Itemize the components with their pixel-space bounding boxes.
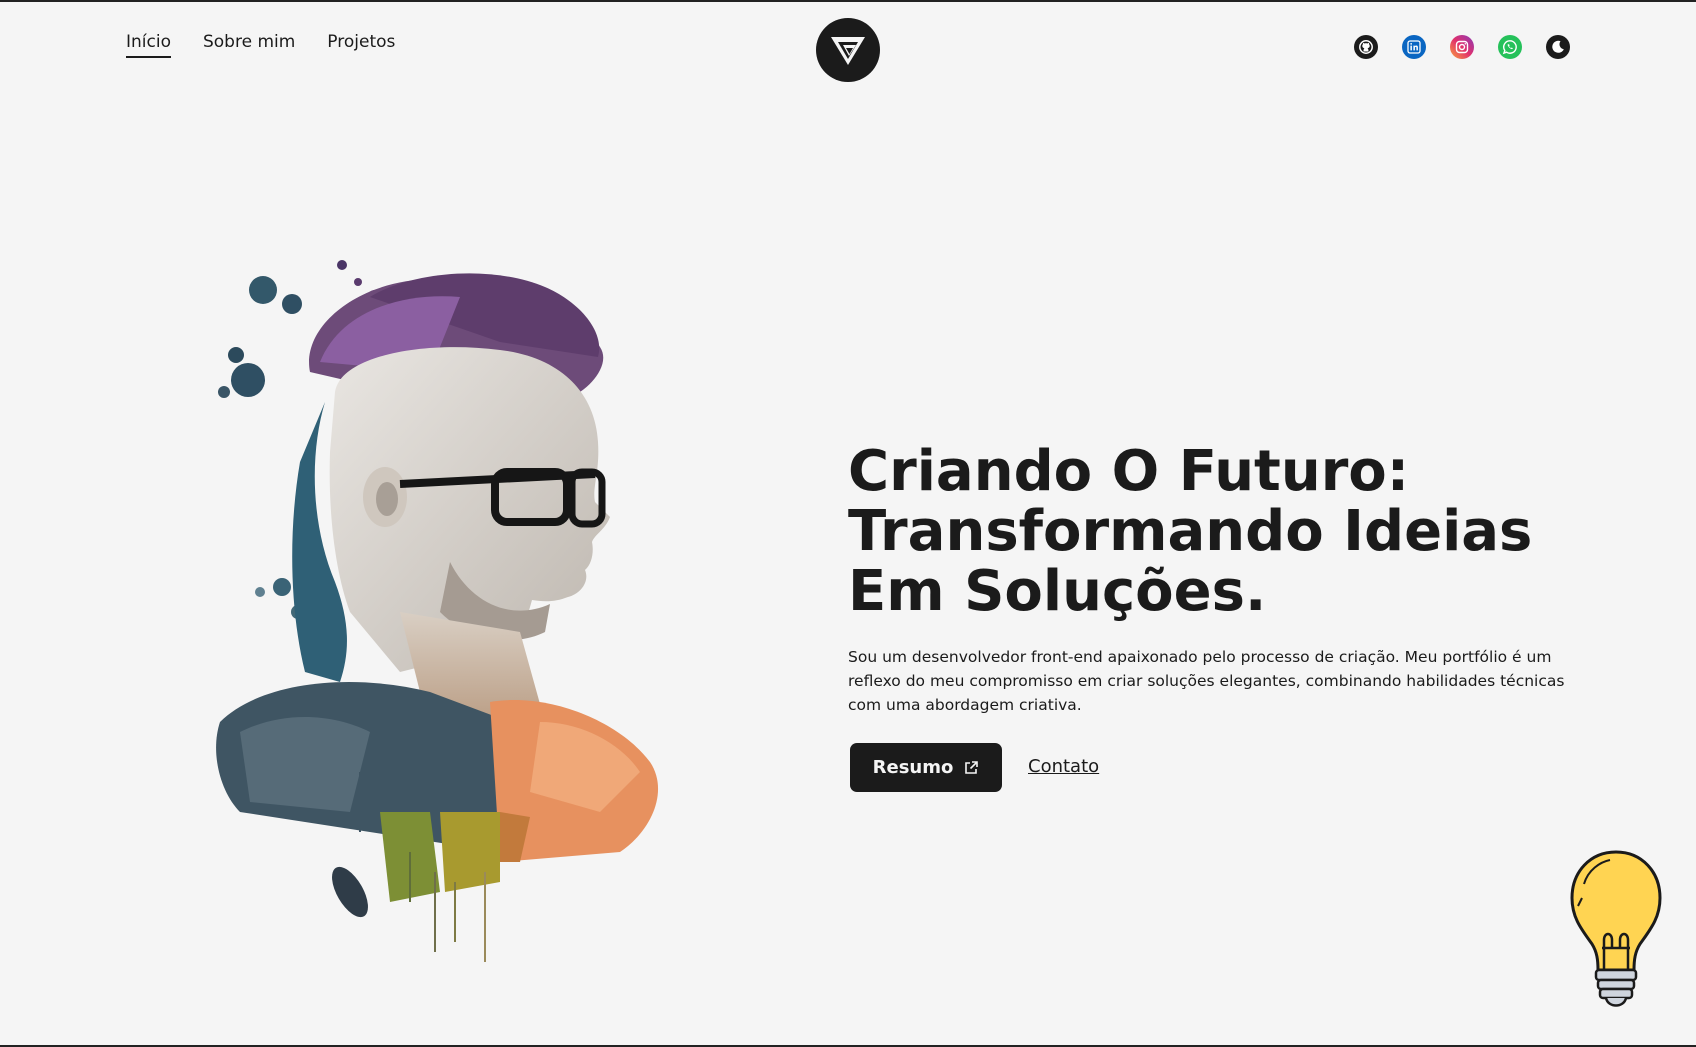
external-link-icon [965, 760, 979, 774]
headline-line-2: Transformando Ideias [848, 499, 1533, 564]
whatsapp-icon [1502, 40, 1517, 55]
moon-icon [1552, 40, 1564, 53]
profile-illustration [216, 260, 659, 962]
hero-intro: Sou um desenvolvedor front-end apaixonad… [848, 648, 1565, 714]
headline-line-3: Em Soluções. [848, 559, 1267, 624]
linkedin-link[interactable] [1402, 35, 1426, 59]
instagram-link[interactable] [1450, 35, 1474, 59]
page: Início Sobre mim Projetos Criando O Futu… [0, 2, 1696, 1045]
triangle-logo-icon [831, 37, 865, 65]
resume-button[interactable]: Resumo [850, 743, 1002, 792]
lightbulb-icon[interactable] [1564, 848, 1668, 1018]
github-link[interactable] [1354, 35, 1378, 59]
logo[interactable] [816, 18, 880, 82]
theme-toggle[interactable] [1546, 35, 1570, 59]
social-links [1354, 35, 1570, 59]
nav-link-inicio[interactable]: Início [126, 32, 171, 58]
github-icon [1359, 40, 1373, 54]
contact-link[interactable]: Contato [1028, 756, 1099, 777]
headline-line-1: Criando O Futuro: [848, 439, 1410, 504]
linkedin-icon [1407, 40, 1421, 54]
nav-link-sobre-mim[interactable]: Sobre mim [203, 32, 295, 58]
hero-headline: Criando O Futuro: Transformando Ideias E… [848, 442, 1608, 622]
main-nav: Início Sobre mim Projetos [126, 32, 395, 58]
instagram-icon [1455, 40, 1469, 54]
whatsapp-link[interactable] [1498, 35, 1522, 59]
nav-link-projetos[interactable]: Projetos [327, 32, 395, 58]
resume-label: Resumo [872, 757, 954, 778]
